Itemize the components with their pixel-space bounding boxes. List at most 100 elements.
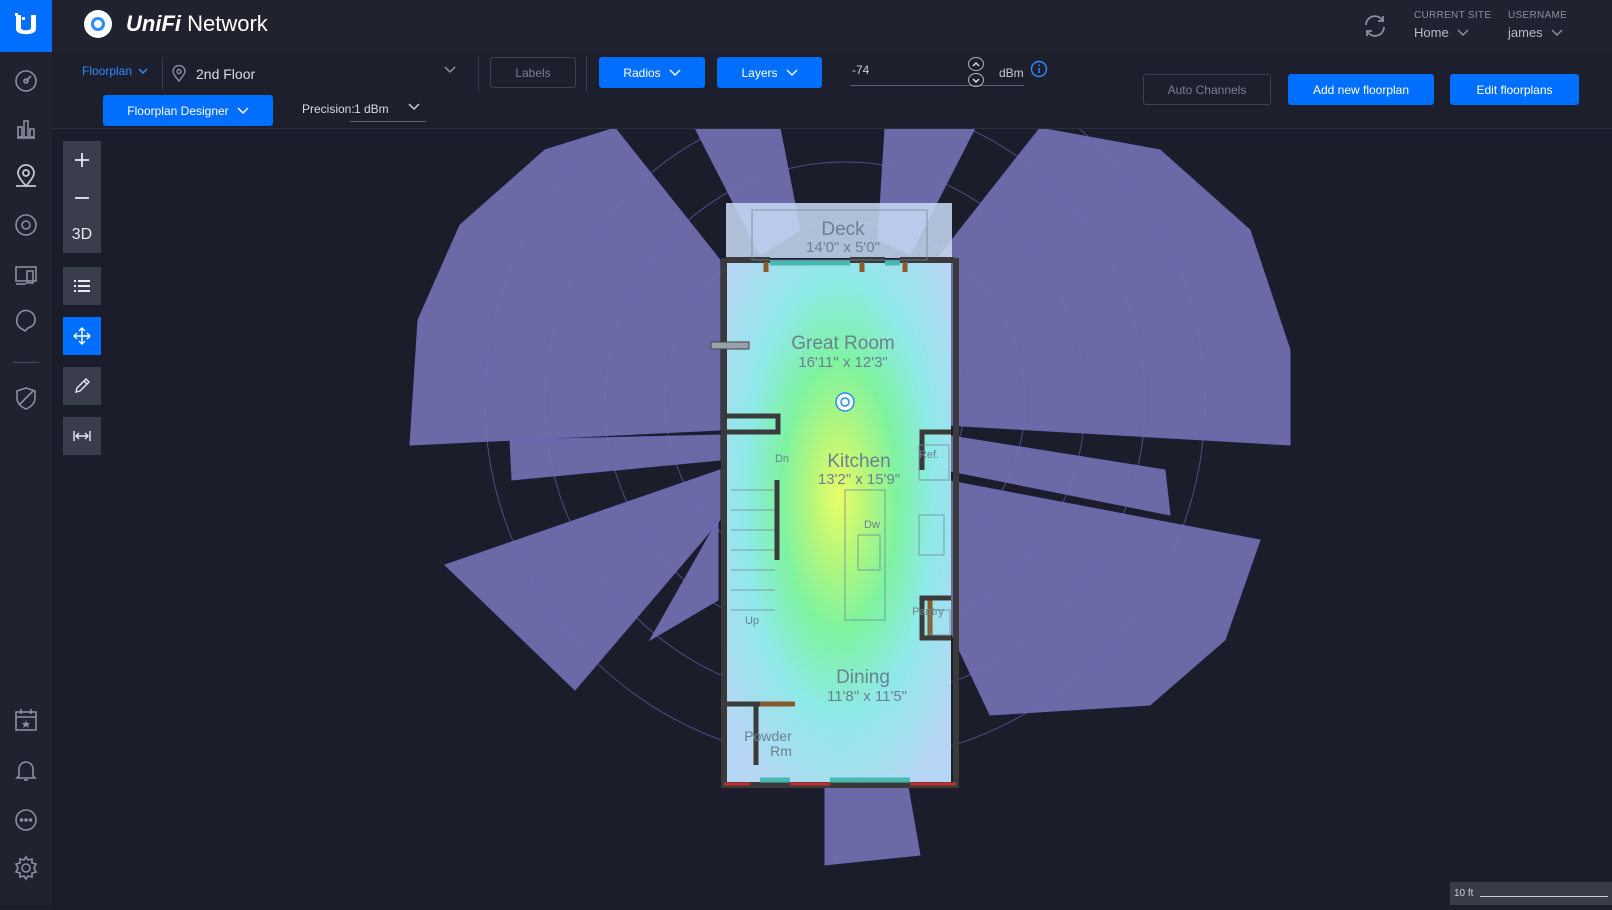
- fixture-label-dw: Dw: [864, 519, 880, 531]
- toolbar-divider: [478, 56, 479, 92]
- site-selector[interactable]: CURRENT SITE Home: [1414, 10, 1491, 40]
- zoom-in-button[interactable]: [63, 141, 101, 179]
- settings-gear-icon[interactable]: [12, 854, 40, 882]
- edit-floorplans-label: Edit floorplans: [1476, 82, 1553, 97]
- radios-dropdown-button[interactable]: Radios: [599, 57, 705, 88]
- chevron-down-icon: [138, 67, 148, 74]
- floorplan-view-dropdown[interactable]: Floorplan: [82, 64, 148, 78]
- chevron-down-icon: [1551, 28, 1563, 36]
- chat-icon[interactable]: [12, 806, 40, 834]
- room-name-powder: Powder: [744, 728, 792, 744]
- chevron-down-icon: [237, 106, 249, 114]
- plus-icon: [75, 153, 89, 167]
- floor-select[interactable]: 2nd Floor: [170, 60, 456, 88]
- fixture-label-pantry: Pantry: [912, 606, 944, 618]
- room-dims-deck: 14'0" x 5'0": [806, 239, 880, 256]
- clients-icon[interactable]: [12, 261, 40, 289]
- list-icon: [74, 280, 90, 292]
- alerts-bell-icon[interactable]: [12, 756, 40, 784]
- fixture-label-ref: Ref.: [919, 449, 939, 461]
- toolbar-divider: [586, 56, 587, 92]
- heatmap-svg: Deck 14'0" x 5'0" Great Room 16'11" x 12…: [409, 41, 1291, 866]
- room-name-deck: Deck: [821, 219, 865, 240]
- ubiquiti-logo[interactable]: [0, 0, 52, 52]
- chevron-down-icon: [785, 68, 798, 76]
- floorplan-toolbar: Floorplan 2nd Floor Labels Radios Layers…: [52, 52, 1612, 129]
- brand: UniFi Network: [84, 10, 268, 38]
- edit-floorplans-button[interactable]: Edit floorplans: [1450, 74, 1579, 105]
- username-value: james: [1508, 25, 1543, 40]
- scale-line: [1480, 896, 1608, 897]
- stepper-down-icon[interactable]: [968, 73, 984, 87]
- info-icon[interactable]: [1030, 60, 1048, 78]
- list-view-button[interactable]: [63, 267, 101, 305]
- access-point-marker: [835, 392, 855, 412]
- shield-icon[interactable]: [12, 384, 40, 412]
- auto-channels-label: Auto Channels: [1167, 82, 1247, 97]
- room-name-great-room: Great Room: [791, 333, 894, 354]
- floorplan-designer-dropdown[interactable]: Floorplan Designer: [103, 95, 273, 126]
- pencil-icon: [75, 378, 90, 393]
- top-bar: UniFi Network CURRENT SITE Home USERNAME…: [52, 0, 1612, 52]
- floor-name: 2nd Floor: [196, 66, 256, 82]
- auto-channels-button[interactable]: Auto Channels: [1143, 74, 1271, 105]
- precision-value: 1 dBm: [354, 102, 389, 116]
- ubiquiti-logo-icon: [15, 13, 36, 35]
- coverage-lobe-left: [509, 434, 721, 481]
- unifi-network-logo-icon: [84, 10, 112, 38]
- wall-sensor: [710, 341, 750, 350]
- room-dims-great-room: 16'11" x 12'3": [798, 354, 888, 371]
- fixture-label-up: Up: [745, 615, 759, 627]
- room-name-dining: Dining: [836, 667, 890, 688]
- precision-label: Precision:: [302, 102, 355, 116]
- draw-tool-button[interactable]: [63, 367, 101, 405]
- refresh-icon[interactable]: [1362, 13, 1388, 39]
- minus-icon: [75, 197, 89, 199]
- layers-button-label: Layers: [741, 65, 778, 80]
- floorplan-canvas[interactable]: Deck 14'0" x 5'0" Great Room 16'11" x 12…: [0, 0, 1612, 905]
- add-floorplan-label: Add new floorplan: [1312, 82, 1410, 97]
- scale-label: 10 ft: [1454, 888, 1474, 899]
- dashboard-icon[interactable]: [12, 67, 40, 95]
- room-dims-dining: 11'8" x 11'5": [827, 688, 907, 705]
- map-pin-icon: [172, 65, 186, 83]
- move-tool-button[interactable]: [63, 317, 101, 355]
- room-dims-kitchen: 13'2" x 15'9": [818, 471, 900, 488]
- floorplan-dropdown-label: Floorplan: [82, 64, 133, 78]
- site-value: Home: [1414, 25, 1449, 40]
- insights-icon[interactable]: [12, 307, 40, 335]
- sidebar-divider: [13, 362, 39, 363]
- dbm-unit-label: dBm: [999, 66, 1024, 80]
- toggle-3d-button[interactable]: 3D: [63, 217, 101, 253]
- chevron-down-icon: [1457, 28, 1469, 36]
- radios-button-label: Radios: [623, 65, 661, 80]
- devices-icon[interactable]: [12, 211, 40, 239]
- labels-button[interactable]: Labels: [490, 57, 576, 88]
- zoom-out-button[interactable]: [63, 179, 101, 217]
- move-arrows-icon: [73, 327, 91, 345]
- room-dims-powder: Rm: [770, 743, 792, 759]
- layers-dropdown-button[interactable]: Layers: [717, 57, 822, 88]
- measure-tool-button[interactable]: [63, 417, 101, 455]
- app-title: UniFi Network: [126, 11, 268, 36]
- floorplan-designer-label: Floorplan Designer: [127, 103, 229, 118]
- events-icon[interactable]: [12, 706, 40, 734]
- labels-button-label: Labels: [515, 65, 551, 80]
- coverage-lobe-right: [944, 479, 1261, 716]
- chevron-down-icon: [408, 103, 420, 111]
- chevron-down-icon: [669, 68, 681, 76]
- precision-select[interactable]: 1 dBm: [350, 97, 426, 122]
- stepper-up-icon[interactable]: [968, 57, 984, 71]
- dbm-threshold-input[interactable]: -74: [850, 57, 1024, 87]
- add-floorplan-button[interactable]: Add new floorplan: [1288, 74, 1434, 105]
- statistics-icon[interactable]: [12, 114, 40, 142]
- site-label: CURRENT SITE: [1414, 10, 1492, 21]
- measure-icon: [73, 431, 91, 441]
- user-selector[interactable]: USERNAME james: [1508, 10, 1567, 40]
- sidebar: [0, 0, 52, 905]
- dbm-stepper[interactable]: [968, 57, 984, 87]
- coverage-lobe-left: [444, 469, 721, 691]
- toolbar-divider: [162, 58, 163, 90]
- map-icon[interactable]: [12, 162, 40, 190]
- map-scale-bar: 10 ft: [1450, 882, 1612, 905]
